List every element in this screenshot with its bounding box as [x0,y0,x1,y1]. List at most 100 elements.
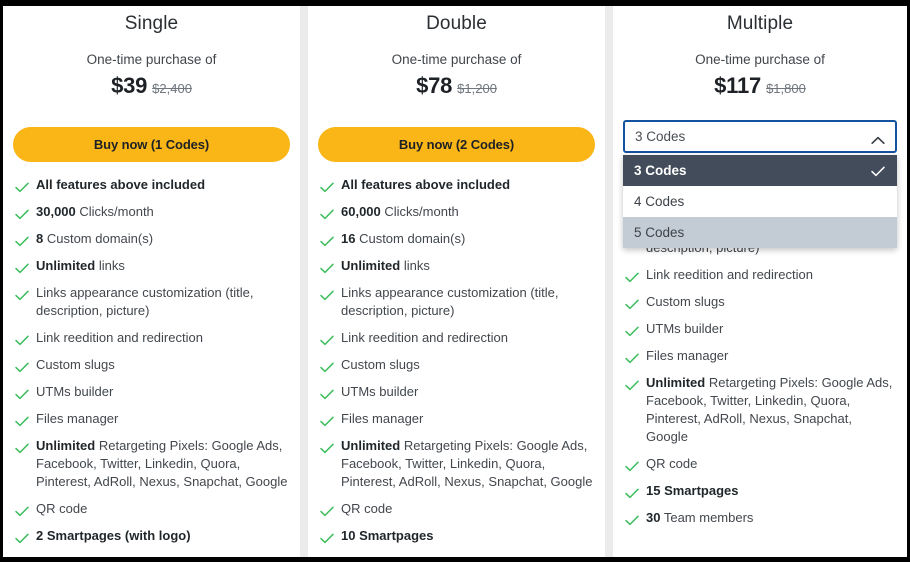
check-icon [320,261,334,274]
feature-item: 15 Smartpages [625,482,895,500]
feature-item: Unlimited Retargeting Pixels: Google Ads… [320,437,593,491]
feature-item: UTMs builder [15,383,288,401]
feature-label: Files manager [36,411,119,426]
check-icon [320,207,334,220]
feature-item: Files manager [15,410,288,428]
current-price: $117 [714,73,762,98]
codes-option[interactable]: 4 Codes [623,186,897,217]
chevron-up-icon [871,132,885,145]
pricing-card-double: Double One-time purchase of $78 $1,200 Bu… [308,6,605,557]
feature-item: Links appearance customization (title, d… [15,284,288,320]
check-icon [320,360,334,373]
check-icon [625,513,639,526]
check-icon [320,414,334,427]
codes-select-field[interactable]: 3 Codes [623,120,897,153]
feature-label: QR code [341,501,393,516]
feature-label: QR code [36,501,88,516]
feature-label: All features above included [36,177,206,192]
check-icon [15,261,29,274]
feature-list-single: All features above included 30,000 Clicks… [3,162,300,557]
feature-item: QR code [320,500,593,518]
check-icon [625,297,639,310]
feature-list-double: All features above included 60,000 Clicks… [308,162,605,557]
feature-item: 20 Team members [320,554,593,557]
feature-item: Link reedition and redirection [320,329,593,347]
feature-label: Links appearance customization (title, d… [341,285,559,318]
feature-label: Files manager [646,348,729,363]
feature-item: Custom slugs [320,356,593,374]
check-icon [625,351,639,364]
feature-item: 10 Smartpages [320,527,593,545]
feature-label: Unlimited links [36,258,125,273]
plan-title: Single [124,13,179,34]
pricing-card-multiple: Multiple One-time purchase of $117 $1,800… [613,6,907,557]
feature-label: UTMs builder [646,321,724,336]
feature-label: Link reedition and redirection [341,330,508,345]
feature-label: 8 Custom domain(s) [36,231,154,246]
codes-option[interactable]: 5 Codes [623,217,897,248]
feature-item: 8 Custom domain(s) [15,230,288,248]
check-icon [320,531,334,544]
feature-label: UTMs builder [36,384,114,399]
check-icon [15,414,29,427]
check-icon [320,333,334,346]
check-icon [15,504,29,517]
feature-item: Unlimited Retargeting Pixels: Google Ads… [625,374,895,446]
pricing-viewport: Single One-time purchase of $39 $2,400 Bu… [3,6,907,557]
feature-label: Links appearance customization (title, d… [36,285,254,318]
window-frame: Single One-time purchase of $39 $2,400 Bu… [0,0,910,562]
check-icon [625,270,639,283]
pricing-columns: Single One-time purchase of $39 $2,400 Bu… [3,6,907,557]
codes-select-menu: 3 Codes 4 Codes 5 Codes [623,155,897,248]
feature-item: QR code [15,500,288,518]
original-price: $2,400 [152,81,192,96]
check-icon [320,387,334,400]
feature-item: Custom slugs [15,356,288,374]
feature-item: QR code [625,455,895,473]
feature-item: UTMs builder [320,383,593,401]
buy-now-button[interactable]: Buy now (2 Codes) [318,127,595,162]
price-row: $39 $2,400 [3,67,300,99]
codes-option-label: 3 Codes [634,163,687,178]
original-price: $1,200 [457,81,497,96]
feature-item: Unlimited Retargeting Pixels: Google Ads… [15,437,288,491]
feature-label: Link reedition and redirection [646,267,813,282]
check-icon [320,504,334,517]
feature-label: 10 Team members [36,554,143,557]
feature-item: Unlimited links [320,257,593,275]
feature-label: Custom slugs [341,357,420,372]
check-icon [15,441,29,454]
feature-label: Files manager [341,411,424,426]
feature-label: 15 Smartpages [646,483,739,498]
original-price: $1,800 [766,81,806,96]
feature-label: Unlimited links [341,258,430,273]
feature-label: UTMs builder [341,384,419,399]
feature-label: All features above included [341,177,511,192]
current-price: $78 [416,73,453,98]
feature-label: Unlimited Retargeting Pixels: Google Ads… [646,375,893,444]
check-icon [625,378,639,391]
feature-item: UTMs builder [625,320,895,338]
feature-item: 2 Smartpages (with logo) [15,527,288,545]
price-row: $117 $1,800 [613,67,907,99]
feature-item: 30,000 Clicks/month [15,203,288,221]
feature-item: 16 Custom domain(s) [320,230,593,248]
buy-button-wrap: Buy now (1 Codes) [3,127,300,162]
check-icon [320,234,334,247]
feature-label: 60,000 Clicks/month [341,204,459,219]
price-row: $78 $1,200 [308,67,605,99]
codes-option[interactable]: 3 Codes [623,155,897,186]
feature-item: Unlimited links [15,257,288,275]
check-icon [15,333,29,346]
pricing-card-single: Single One-time purchase of $39 $2,400 Bu… [3,6,300,557]
codes-select-value: 3 Codes [635,129,686,144]
feature-label: 30,000 Clicks/month [36,204,154,219]
feature-label: 16 Custom domain(s) [341,231,466,246]
feature-item: 10 Team members [15,554,288,557]
feature-item: 30 Team members [625,509,895,527]
feature-label: Link reedition and redirection [36,330,203,345]
feature-item: All features above included [15,176,288,194]
feature-item: Custom slugs [625,293,895,311]
buy-now-button[interactable]: Buy now (1 Codes) [13,127,290,162]
feature-item: All features above included [320,176,593,194]
